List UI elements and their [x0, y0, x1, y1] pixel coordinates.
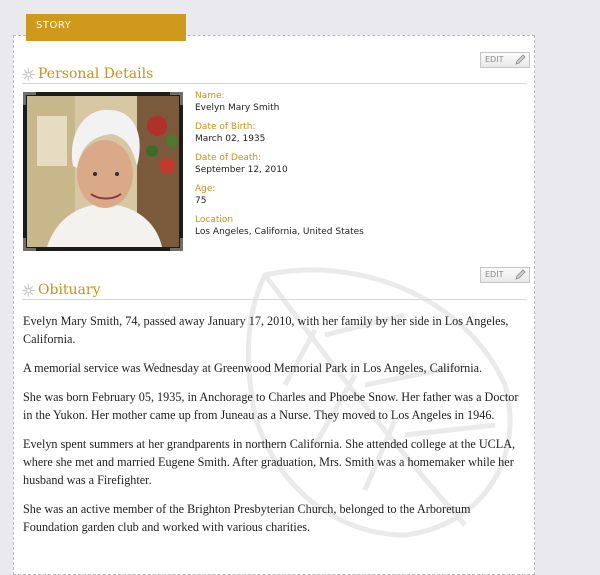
- detail-value: Los Angeles, California, United States: [195, 227, 364, 237]
- detail-label: Date of Birth:: [195, 122, 256, 132]
- edit-personal-details-button[interactable]: EDIT: [480, 52, 530, 68]
- detail-value: 75: [195, 196, 207, 206]
- detail-date-of-death: Date of Death: September 12, 2010: [195, 152, 515, 177]
- obituary-paragraph: Evelyn spent summers at her grandparents…: [23, 437, 516, 487]
- edit-label: EDIT: [485, 270, 504, 279]
- portrait-photo: [23, 92, 183, 251]
- obituary-text: Evelyn Mary Smith, 74, passed away Janua…: [23, 312, 523, 547]
- flower-icon: [22, 68, 35, 81]
- detail-value: Evelyn Mary Smith: [195, 103, 280, 113]
- detail-name: Name: Evelyn Mary Smith: [195, 90, 515, 115]
- obituary-paragraph: Evelyn Mary Smith, 74, passed away Janua…: [23, 314, 509, 346]
- pencil-icon: [515, 269, 526, 280]
- obituary-paragraph: A memorial service was Wednesday at Gree…: [23, 361, 483, 375]
- flower-icon: [22, 284, 35, 297]
- detail-label: Date of Death:: [195, 153, 262, 163]
- obituary-title: Obituary: [38, 282, 101, 298]
- pencil-icon: [515, 54, 526, 65]
- obituary-divider: [22, 299, 527, 300]
- personal-details-title: Personal Details: [38, 66, 154, 82]
- detail-label: Age:: [195, 184, 216, 194]
- personal-details-fields: Name: Evelyn Mary Smith Date of Birth: M…: [195, 90, 515, 245]
- obituary-paragraph: She was born February 05, 1935, in Ancho…: [23, 390, 519, 422]
- personal-details-divider: [22, 83, 527, 84]
- detail-value: September 12, 2010: [195, 165, 288, 175]
- detail-label: Name:: [195, 91, 225, 101]
- edit-label: EDIT: [485, 55, 504, 64]
- detail-date-of-birth: Date of Birth: March 02, 1935: [195, 121, 515, 146]
- portrait-image: [27, 96, 179, 247]
- detail-location: Location Los Angeles, California, United…: [195, 214, 515, 239]
- obituary-paragraph: She was an active member of the Brighton…: [23, 502, 471, 534]
- detail-value: March 02, 1935: [195, 134, 266, 144]
- edit-obituary-button[interactable]: EDIT: [480, 267, 530, 283]
- tab-story[interactable]: STORY: [26, 14, 186, 41]
- detail-age: Age: 75: [195, 183, 515, 208]
- detail-label: Location: [195, 215, 234, 225]
